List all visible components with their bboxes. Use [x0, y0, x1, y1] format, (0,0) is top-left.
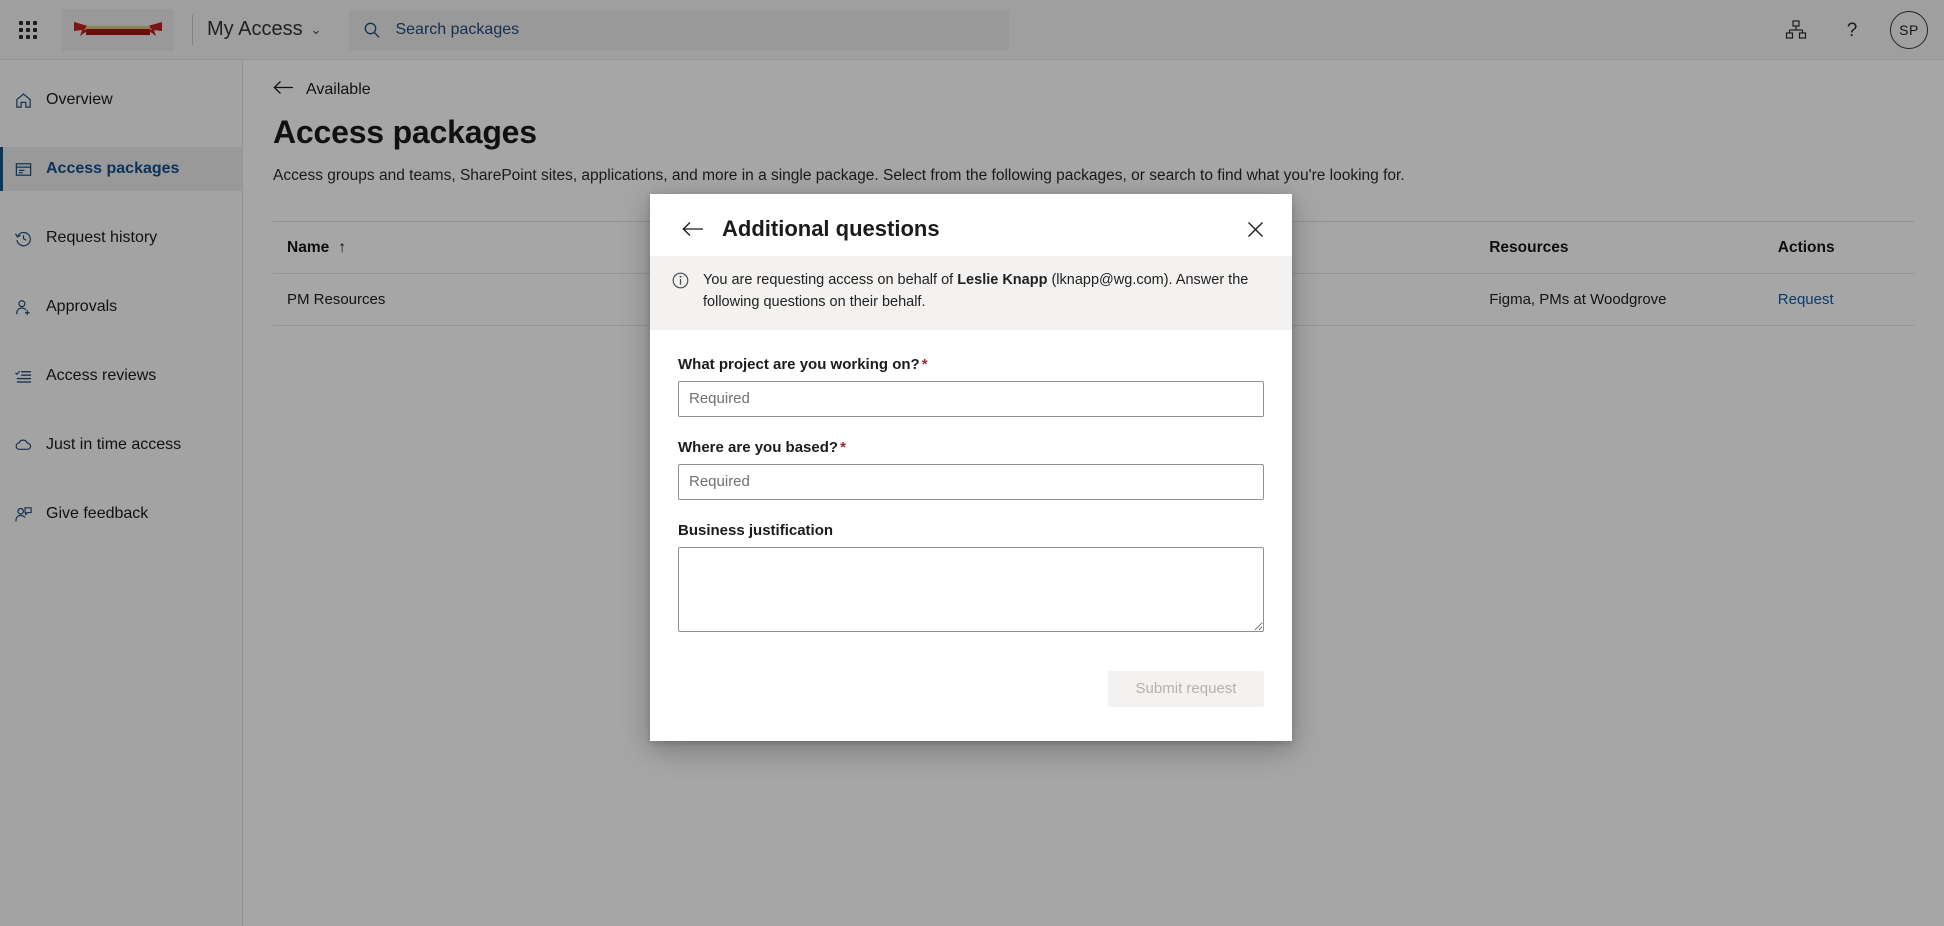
required-asterisk: * — [840, 439, 846, 456]
field-business-justification: Business justification — [678, 522, 1264, 637]
field-project: What project are you working on?* — [678, 356, 1264, 417]
additional-questions-dialog: Additional questions You are requesting … — [650, 194, 1292, 741]
field-business-justification-label: Business justification — [678, 522, 1264, 539]
field-location-input[interactable] — [678, 464, 1264, 500]
field-location-label-text: Where are you based? — [678, 439, 838, 456]
field-location: Where are you based?* — [678, 439, 1264, 500]
dialog-form: What project are you working on?* Where … — [650, 330, 1292, 667]
dialog-close-button[interactable] — [1243, 217, 1268, 242]
field-business-justification-textarea[interactable] — [678, 547, 1264, 632]
dialog-header: Additional questions — [650, 194, 1292, 256]
field-project-label: What project are you working on?* — [678, 356, 1264, 373]
submit-request-button[interactable]: Submit request — [1108, 671, 1264, 707]
field-business-justification-label-text: Business justification — [678, 522, 833, 539]
dialog-footer: Submit request — [650, 667, 1292, 741]
field-project-input[interactable] — [678, 381, 1264, 417]
arrow-left-icon — [682, 221, 704, 237]
dialog-title: Additional questions — [722, 216, 940, 242]
info-person-name: Leslie Knapp — [957, 272, 1047, 288]
close-x-icon — [1247, 221, 1264, 238]
required-asterisk: * — [922, 356, 928, 373]
on-behalf-of-info-bar: You are requesting access on behalf of L… — [650, 256, 1292, 330]
dialog-back-button[interactable] — [682, 221, 704, 237]
on-behalf-of-text: You are requesting access on behalf of L… — [703, 270, 1266, 314]
app-root: My Access ⌄ Search packages — [0, 0, 1944, 926]
info-circle-icon — [672, 270, 689, 314]
field-project-label-text: What project are you working on? — [678, 356, 920, 373]
info-prefix: You are requesting access on behalf of — [703, 272, 957, 288]
field-location-label: Where are you based?* — [678, 439, 1264, 456]
